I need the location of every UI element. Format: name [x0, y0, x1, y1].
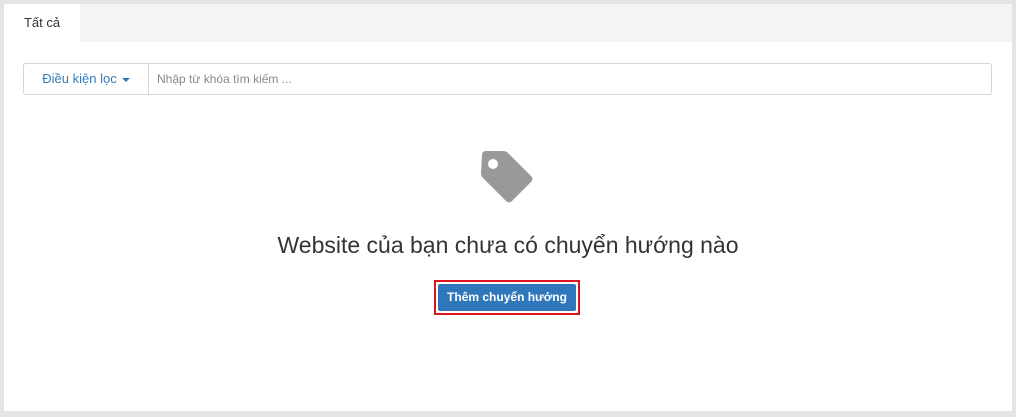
tab-bar: Tất cả [4, 4, 1012, 42]
filter-bar: Điều kiện lọc [23, 63, 995, 95]
empty-state-title: Website của bạn chưa có chuyển hướng nào [277, 232, 739, 258]
redirects-panel: Tất cả Điều kiện lọc Website của bạn chư… [4, 4, 1012, 411]
filter-conditions-button[interactable]: Điều kiện lọc [24, 64, 149, 94]
search-input[interactable] [149, 64, 995, 94]
tab-all-label: Tất cả [23, 15, 61, 30]
caret-down-icon [121, 77, 130, 82]
tab-all[interactable]: Tất cả [4, 4, 80, 42]
filter-conditions-label: Điều kiện lọc [42, 71, 117, 86]
tag-icon [481, 151, 533, 203]
add-redirect-button[interactable]: Thêm chuyển hướng [438, 284, 576, 311]
